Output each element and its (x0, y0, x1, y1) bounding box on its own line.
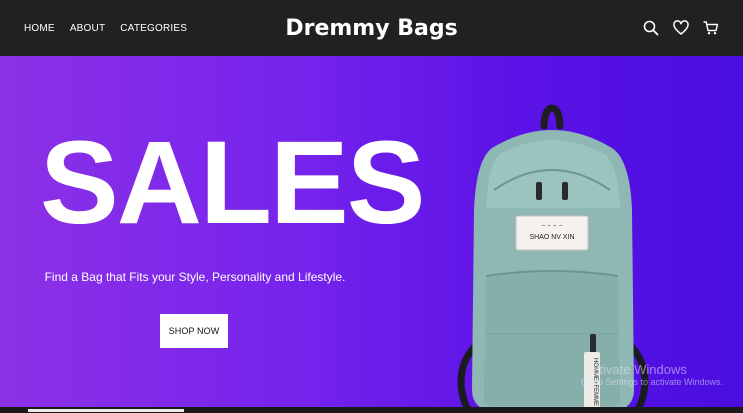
backpack-image: ~ ~ ~ ~ SHAO NV XIN HOMME+FEMME (457, 104, 649, 413)
svg-text:~ ~ ~ ~: ~ ~ ~ ~ (541, 223, 563, 229)
hero-tagline: Find a Bag that Fits your Style, Persona… (44, 270, 346, 284)
shop-now-button[interactable]: SHOP NOW (160, 314, 228, 348)
strap-text: HOMME+FEMME (592, 358, 598, 406)
search-icon[interactable] (643, 20, 659, 36)
product-tag-text: SHAO NV XIN (529, 234, 574, 241)
nav-home[interactable]: HOME (24, 23, 55, 34)
scrollbar-thumb[interactable] (28, 409, 184, 412)
nav-categories[interactable]: CATEGORIES (120, 23, 187, 34)
heart-icon[interactable] (673, 20, 689, 36)
main-nav: HOME ABOUT CATEGORIES (24, 0, 187, 56)
horizontal-scrollbar[interactable] (0, 407, 743, 413)
hero-banner: SALES Find a Bag that Fits your Style, P… (0, 56, 743, 413)
page: HOME ABOUT CATEGORIES Dremmy Bags SALES … (0, 0, 743, 413)
hero-headline: SALES (40, 117, 425, 249)
top-navbar: HOME ABOUT CATEGORIES Dremmy Bags (0, 0, 743, 56)
cart-icon[interactable] (703, 20, 719, 36)
nav-about[interactable]: ABOUT (70, 23, 105, 34)
header-icons (643, 0, 719, 56)
